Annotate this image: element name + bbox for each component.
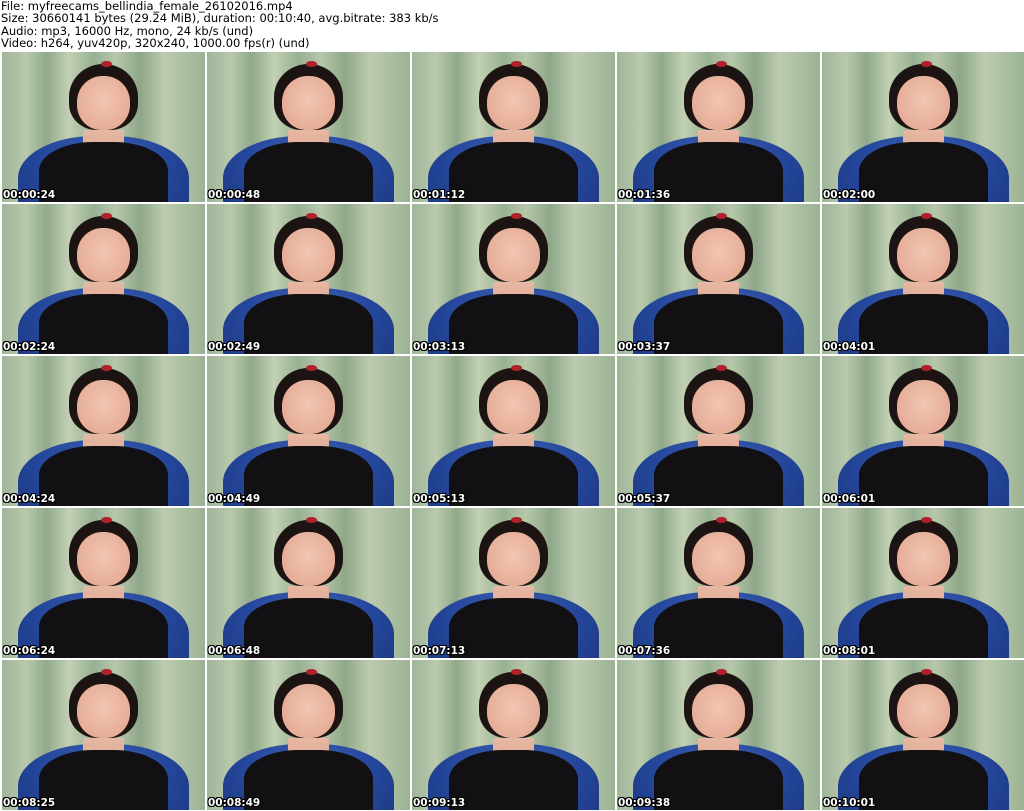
thumbnail-frame: 00:03:13 [412, 204, 615, 354]
thumbnail-frame: 00:09:13 [412, 660, 615, 810]
thumbnail-frame: 00:08:49 [207, 660, 410, 810]
thumbnail-timestamp: 00:03:13 [413, 341, 466, 353]
thumbnail-frame: 00:02:00 [822, 52, 1024, 202]
thumbnail-timestamp: 00:01:12 [413, 189, 466, 201]
thumbnail-frame: 00:08:01 [822, 508, 1024, 658]
thumbnail-timestamp: 00:04:01 [823, 341, 876, 353]
thumbnail-frame: 00:07:13 [412, 508, 615, 658]
thumbnail-frame: 00:04:01 [822, 204, 1024, 354]
thumbnail-timestamp: 00:04:24 [3, 493, 56, 505]
thumbnail-frame: 00:06:24 [2, 508, 205, 658]
thumbnail-timestamp: 00:03:37 [618, 341, 671, 353]
thumbnail-frame: 00:05:13 [412, 356, 615, 506]
thumbnail-timestamp: 00:08:01 [823, 645, 876, 657]
thumbnail-timestamp: 00:01:36 [618, 189, 671, 201]
thumbnail-frame: 00:05:37 [617, 356, 820, 506]
thumbnail-frame: 00:00:24 [2, 52, 205, 202]
thumbnail-timestamp: 00:05:37 [618, 493, 671, 505]
thumbnail-frame: 00:01:12 [412, 52, 615, 202]
thumbnail-timestamp: 00:08:25 [3, 797, 56, 809]
thumbnail-frame: 00:07:36 [617, 508, 820, 658]
thumbnail-timestamp: 00:04:49 [208, 493, 261, 505]
thumbnail-frame: 00:04:24 [2, 356, 205, 506]
thumbnail-timestamp: 00:07:13 [413, 645, 466, 657]
thumbnail-timestamp: 00:10:01 [823, 797, 876, 809]
file-info-header: File: myfreecams_bellindia_female_261020… [0, 0, 1024, 52]
video-info-line: Video: h264, yuv420p, 320x240, 1000.00 f… [1, 36, 310, 51]
thumbnail-timestamp: 00:07:36 [618, 645, 671, 657]
thumbnail-frame: 00:02:49 [207, 204, 410, 354]
thumbnail-frame: 00:04:49 [207, 356, 410, 506]
thumbnail-timestamp: 00:00:48 [208, 189, 261, 201]
thumbnail-frame: 00:09:38 [617, 660, 820, 810]
thumbnail-timestamp: 00:05:13 [413, 493, 466, 505]
thumbnail-timestamp: 00:09:38 [618, 797, 671, 809]
thumbnail-frame: 00:03:37 [617, 204, 820, 354]
thumbnail-timestamp: 00:06:01 [823, 493, 876, 505]
thumbnail-timestamp: 00:09:13 [413, 797, 466, 809]
thumbnail-frame: 00:08:25 [2, 660, 205, 810]
thumbnail-frame: 00:01:36 [617, 52, 820, 202]
thumbnail-grid: 00:00:24 00:00:48 00:01:12 00:01:36 00:0… [2, 52, 1024, 811]
thumbnail-timestamp: 00:02:49 [208, 341, 261, 353]
thumbnail-timestamp: 00:06:24 [3, 645, 56, 657]
thumbnail-timestamp: 00:06:48 [208, 645, 261, 657]
thumbnail-frame: 00:00:48 [207, 52, 410, 202]
thumbnail-timestamp: 00:00:24 [3, 189, 56, 201]
thumbnail-timestamp: 00:08:49 [208, 797, 261, 809]
thumbnail-frame: 00:06:01 [822, 356, 1024, 506]
file-size-line: Size: 30660141 bytes (29.24 MiB), durati… [1, 11, 439, 26]
thumbnail-timestamp: 00:02:24 [3, 341, 56, 353]
thumbnail-frame: 00:02:24 [2, 204, 205, 354]
thumbnail-timestamp: 00:02:00 [823, 189, 876, 201]
thumbnail-frame: 00:10:01 [822, 660, 1024, 810]
thumbnail-frame: 00:06:48 [207, 508, 410, 658]
